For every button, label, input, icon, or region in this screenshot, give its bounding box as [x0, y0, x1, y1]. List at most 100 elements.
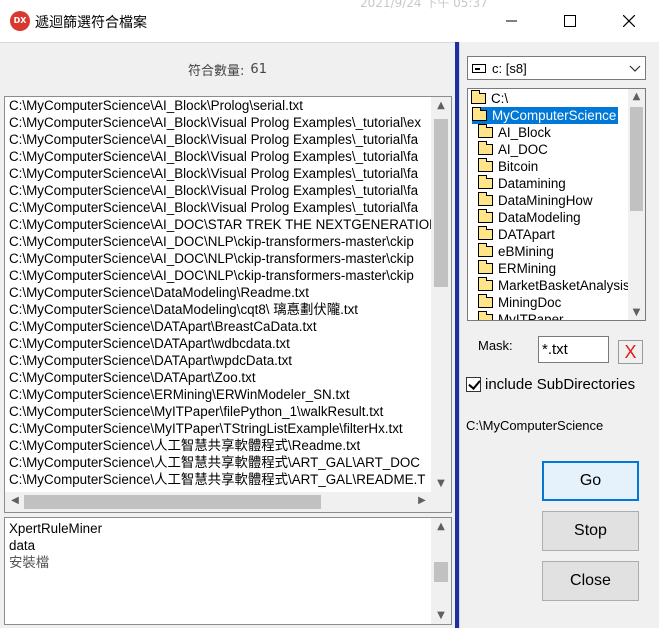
options-panel: c: [s8] C:\ MyComputerScience AI_Block AI…	[459, 42, 659, 628]
file-list-item[interactable]: C:\MyComputerScience\AI_Block\Visual Pro…	[5, 114, 432, 131]
file-list-horizontal-scrollbar[interactable]: ◀ ▶	[5, 492, 432, 512]
memo-line: data	[9, 538, 36, 553]
drive-icon	[472, 63, 486, 73]
app-icon[interactable]: DX	[10, 11, 30, 31]
file-list-item[interactable]: C:\MyComputerScience\DataModeling\cqt8\ …	[5, 301, 432, 318]
scroll-thumb[interactable]	[434, 119, 448, 287]
dir-tree-scrollbar[interactable]: ▲ ▼	[628, 89, 645, 320]
dir-item-label: Datamining	[498, 176, 566, 191]
mask-input[interactable]: *.txt	[538, 336, 609, 363]
file-list-item[interactable]: C:\MyComputerScience\AI_Block\Prolog\ser…	[5, 97, 432, 114]
dir-item-label: DataMiningHow	[498, 193, 593, 208]
folder-icon	[478, 158, 493, 172]
minimize-button[interactable]	[483, 0, 541, 42]
dir-item[interactable]: ERMining	[478, 260, 556, 277]
match-count-label: 符合數量:	[188, 63, 245, 79]
dir-item[interactable]: DATApart	[478, 226, 555, 243]
dir-root[interactable]: C:\	[471, 90, 508, 107]
folder-icon	[478, 209, 493, 223]
dir-item-label: eBMining	[498, 244, 554, 259]
scroll-up-icon[interactable]: ▲	[431, 100, 451, 111]
dir-selected-item[interactable]: MyComputerScience	[472, 107, 619, 124]
file-list-item[interactable]: C:\MyComputerScience\MyITPaper\TStringLi…	[5, 420, 432, 437]
file-list-item[interactable]: C:\MyComputerScience\AI_DOC\NLP\ckip-tra…	[5, 267, 432, 284]
include-subdirs-option[interactable]: include SubDirectories	[466, 376, 635, 393]
file-list-item[interactable]: C:\MyComputerScience\AI_DOC\NLP\ckip-tra…	[5, 250, 432, 267]
dir-item[interactable]: DataModeling	[478, 209, 581, 226]
drive-select[interactable]: c: [s8]	[467, 56, 646, 80]
dir-selected-label: MyComputerScience	[492, 108, 617, 123]
mask-label: Mask:	[478, 338, 513, 353]
dir-root-label: C:\	[491, 91, 509, 106]
dir-item-label: MarketBasketAnalysis	[498, 278, 630, 293]
scrollbar-corner	[431, 492, 451, 512]
dir-item[interactable]: DataMiningHow	[478, 192, 593, 209]
folder-icon	[478, 294, 493, 308]
include-subdirs-checkbox[interactable]	[466, 377, 481, 392]
dir-item-label: DataModeling	[498, 210, 581, 225]
file-list-item[interactable]: C:\MyComputerScience\人工智慧共享軟體程式\ART_GAL\…	[5, 471, 432, 488]
scroll-down-icon[interactable]: ▼	[431, 610, 451, 621]
close-window-button[interactable]	[600, 0, 658, 42]
close-button[interactable]: Close	[542, 561, 639, 601]
go-button[interactable]: Go	[542, 461, 639, 501]
maximize-button[interactable]	[541, 0, 599, 42]
folder-icon	[478, 311, 493, 320]
match-count: 符合數量: 61	[0, 43, 455, 95]
scroll-up-icon[interactable]: ▲	[628, 91, 645, 102]
scroll-right-icon[interactable]: ▶	[412, 495, 432, 506]
file-list-item[interactable]: C:\MyComputerScience\ERMining\ERWinModel…	[5, 386, 432, 403]
file-list-item[interactable]: C:\MyComputerScience\AI_DOC\NLP\ckip-tra…	[5, 233, 432, 250]
folder-icon	[478, 226, 493, 240]
file-list-item[interactable]: C:\MyComputerScience\AI_Block\Visual Pro…	[5, 165, 432, 182]
file-list-item[interactable]: C:\MyComputerScience\AI_Block\Visual Pro…	[5, 131, 432, 148]
file-list-vertical-scrollbar[interactable]: ▲ ▼	[431, 97, 451, 492]
open-folder-icon	[471, 90, 486, 104]
file-list-item[interactable]: C:\MyComputerScience\DATApart\Zoo.txt	[5, 369, 432, 386]
scroll-thumb[interactable]	[630, 107, 643, 211]
file-list-item[interactable]: C:\MyComputerScience\人工智慧共享軟體程式\ART_GAL\…	[5, 454, 432, 471]
dir-item-label: ERMining	[498, 261, 557, 276]
memo-vertical-scrollbar[interactable]: ▲ ▼	[431, 518, 451, 624]
file-list-item[interactable]: C:\MyComputerScience\AI_Block\Visual Pro…	[5, 148, 432, 165]
file-list-item[interactable]: C:\MyComputerScience\MyITPaper\filePytho…	[5, 403, 432, 420]
window-title: 遞迴篩選符合檔案	[35, 15, 147, 31]
directory-tree[interactable]: C:\ MyComputerScience AI_Block AI_DOC Bitc…	[467, 88, 646, 321]
current-path: C:\MyComputerScience	[466, 418, 604, 433]
file-list-item[interactable]: C:\MyComputerScience\AI_Block\Visual Pro…	[5, 182, 432, 199]
minimize-icon	[506, 20, 517, 22]
notes-memo[interactable]: XpertRuleMiner data 安裝檔 ▲ ▼	[4, 517, 452, 625]
maximize-icon	[564, 15, 576, 27]
scroll-up-icon[interactable]: ▲	[431, 521, 451, 532]
file-list-item[interactable]: C:\MyComputerScience\DataModeling\Readme…	[5, 284, 432, 301]
include-subdirs-label[interactable]: include SubDirectories	[485, 376, 635, 393]
dir-item-label: AI_Block	[498, 125, 551, 140]
dir-item[interactable]: MiningDoc	[478, 294, 561, 311]
file-list-item[interactable]: C:\MyComputerScience\AI_DOC\STAR TREK TH…	[5, 216, 432, 233]
scroll-down-icon[interactable]: ▼	[431, 478, 451, 489]
file-list-item[interactable]: C:\MyComputerScience\DATApart\wdbcdata.t…	[5, 335, 432, 352]
scroll-thumb[interactable]	[434, 562, 448, 582]
dir-item[interactable]: AI_Block	[478, 124, 551, 141]
file-list-item[interactable]: C:\MyComputerScience\人工智慧共享軟體程式\Readme.t…	[5, 437, 432, 454]
file-list-item[interactable]: C:\MyComputerScience\DATApart\wpdcData.t…	[5, 352, 432, 369]
memo-line: 安裝檔	[9, 555, 50, 570]
clear-mask-button[interactable]: X	[618, 340, 643, 364]
dir-item[interactable]: MyITPaper	[478, 311, 563, 320]
file-list-item[interactable]: C:\MyComputerScience\AI_Block\Visual Pro…	[5, 199, 432, 216]
stop-button[interactable]: Stop	[542, 511, 639, 551]
folder-icon	[478, 243, 493, 257]
dir-item[interactable]: Bitcoin	[478, 158, 538, 175]
scroll-down-icon[interactable]: ▼	[628, 307, 645, 318]
scroll-thumb[interactable]	[24, 495, 321, 509]
scroll-left-icon[interactable]: ◀	[5, 495, 25, 506]
folder-icon	[478, 124, 493, 138]
file-list-item[interactable]: C:\MyComputerScience\DATApart\BreastCaDa…	[5, 318, 432, 335]
dir-item[interactable]: Datamining	[478, 175, 566, 192]
dir-item[interactable]: MarketBasketAnalysis	[478, 277, 630, 294]
dir-item[interactable]: eBMining	[478, 243, 554, 260]
folder-icon	[478, 192, 493, 206]
dir-item[interactable]: AI_DOC	[478, 141, 548, 158]
folder-icon	[478, 141, 493, 155]
file-list[interactable]: C:\MyComputerScience\AI_Block\Prolog\ser…	[4, 96, 452, 513]
